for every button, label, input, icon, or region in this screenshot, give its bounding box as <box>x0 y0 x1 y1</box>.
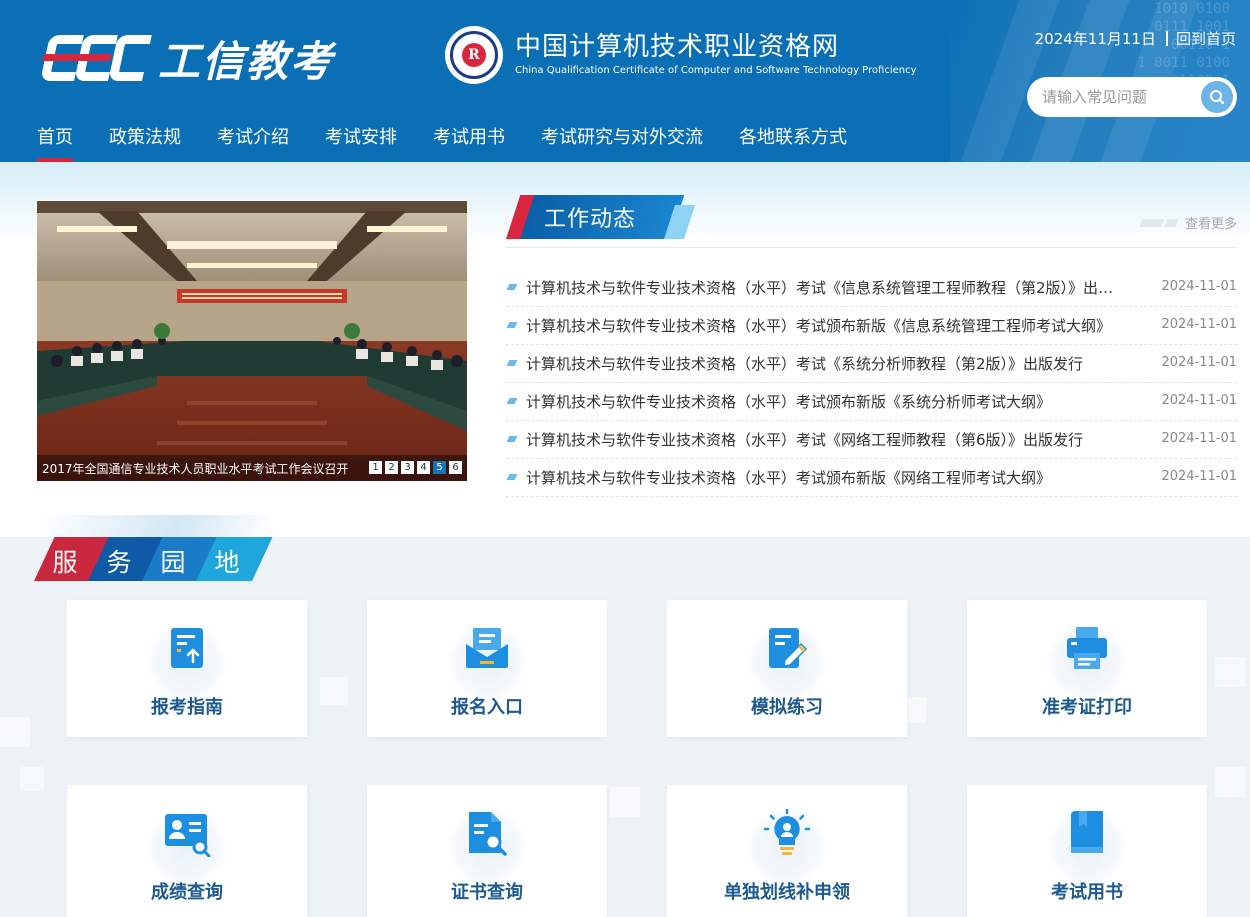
practice-icon <box>769 628 808 668</box>
service-card-certificate-query[interactable]: 证书查询 <box>367 785 607 917</box>
nav-local-contacts[interactable]: 各地联系方式 <box>739 118 847 158</box>
search-icon <box>1210 90 1224 104</box>
news-item[interactable]: 计算机技术与软件专业技术资格（水平）考试颁布新版《系统分析师考试大纲》 2024… <box>506 383 1237 421</box>
nav-exam-intro[interactable]: 考试介绍 <box>217 118 289 158</box>
org-branding[interactable]: R 中国计算机技术职业资格网 China Qualification Certi… <box>445 26 917 84</box>
service-label: 报考指南 <box>151 697 223 718</box>
news-title: 工作动态 <box>544 207 637 232</box>
bullet-icon <box>506 360 518 366</box>
service-label: 证书查询 <box>451 882 523 903</box>
service-label: 准考证打印 <box>1042 697 1132 718</box>
meeting-photo <box>37 201 467 481</box>
ceec-logo-mark <box>37 31 152 87</box>
slide-dot-3[interactable]: 3 <box>401 461 414 474</box>
view-more-link[interactable]: 查看更多 <box>1139 213 1237 232</box>
news-tab: 工作动态 <box>506 195 696 239</box>
service-title-char: 服 <box>52 548 78 577</box>
slide-dot-5[interactable]: 5 <box>433 461 446 474</box>
bullet-icon <box>506 436 518 442</box>
main-nav: 首页 政策法规 考试介绍 考试安排 考试用书 考试研究与对外交流 各地联系方式 <box>0 118 883 162</box>
home-link[interactable]: 回到首页 <box>1176 28 1236 49</box>
more-bars-icon <box>1139 218 1179 227</box>
news-item-date: 2024-11-01 <box>1161 317 1237 332</box>
photo-slider[interactable]: 2017年全国通信专业技术人员职业水平考试工作会议召开 1 2 3 4 5 6 <box>37 201 467 481</box>
news-item-date: 2024-11-01 <box>1161 431 1237 446</box>
news-item-title: 计算机技术与软件专业技术资格（水平）考试《网络工程师教程（第6版）》出版发行 <box>526 431 1084 449</box>
slide-caption-bar: 2017年全国通信专业技术人员职业水平考试工作会议召开 1 2 3 4 5 6 <box>37 455 467 481</box>
slide-dot-1[interactable]: 1 <box>369 461 382 474</box>
bullet-icon <box>506 474 518 480</box>
news-header: 工作动态 查看更多 <box>506 195 1237 248</box>
nav-exam-schedule[interactable]: 考试安排 <box>325 118 397 158</box>
news-item[interactable]: 计算机技术与软件专业技术资格（水平）考试《网络工程师教程（第6版）》出版发行 2… <box>506 421 1237 459</box>
service-title-char: 地 <box>214 548 240 577</box>
news-item-title: 计算机技术与软件专业技术资格（水平）考试《信息系统管理工程师教程（第2版）》出版… <box>526 279 1126 297</box>
search-input[interactable] <box>1027 77 1197 117</box>
lightbulb-icon <box>763 809 811 855</box>
org-name-en: China Qualification Certificate of Compu… <box>515 65 917 76</box>
news-item-date: 2024-11-01 <box>1161 355 1237 370</box>
news-item-date: 2024-11-01 <box>1161 469 1237 484</box>
nav-research-exchange[interactable]: 考试研究与对外交流 <box>541 118 703 158</box>
slide-pagination: 1 2 3 4 5 6 <box>366 461 462 474</box>
score-query-icon <box>165 814 211 857</box>
nav-home[interactable]: 首页 <box>37 118 73 162</box>
news-item[interactable]: 计算机技术与软件专业技术资格（水平）考试《信息系统管理工程师教程（第2版）》出版… <box>506 269 1237 307</box>
service-card-admission-print[interactable]: 准考证打印 <box>967 600 1207 737</box>
divider <box>1165 31 1168 46</box>
news-item-date: 2024-11-01 <box>1161 279 1237 294</box>
slide-caption: 2017年全国通信专业技术人员职业水平考试工作会议召开 <box>42 462 349 476</box>
service-label: 模拟练习 <box>751 697 823 718</box>
certificate-query-icon <box>469 812 507 856</box>
site-header: 1010 01000111 100100110 11 0011 01000110… <box>0 0 1250 162</box>
view-more-label: 查看更多 <box>1184 217 1237 232</box>
news-item-title: 计算机技术与软件专业技术资格（水平）考试颁布新版《网络工程师考试大纲》 <box>526 469 1052 487</box>
current-date: 2024年11月11日 <box>1034 30 1156 48</box>
news-item[interactable]: 计算机技术与软件专业技术资格（水平）考试《系统分析师教程（第2版）》出版发行 2… <box>506 345 1237 383</box>
book-icon <box>1071 811 1103 853</box>
news-item-title: 计算机技术与软件专业技术资格（水平）考试颁布新版《信息系统管理工程师考试大纲》 <box>526 317 1112 335</box>
service-card-practice[interactable]: 模拟练习 <box>667 600 907 737</box>
news-item-title: 计算机技术与软件专业技术资格（水平）考试《系统分析师教程（第2版）》出版发行 <box>526 355 1084 373</box>
news-item[interactable]: 计算机技术与软件专业技术资格（水平）考试颁布新版《网络工程师考试大纲》 2024… <box>506 459 1237 497</box>
guide-icon <box>171 628 203 668</box>
ceec-logo[interactable]: 工信教考 <box>37 28 334 89</box>
service-label: 报名入口 <box>451 697 523 718</box>
service-title: 服 务 园 地 <box>20 515 280 581</box>
slide-dot-6[interactable]: 6 <box>449 461 462 474</box>
org-name-cn: 中国计算机技术职业资格网 <box>515 32 840 62</box>
service-title-char: 务 <box>106 548 132 577</box>
slide-dot-2[interactable]: 2 <box>385 461 398 474</box>
news-list: 计算机技术与软件专业技术资格（水平）考试《信息系统管理工程师教程（第2版）》出版… <box>506 269 1237 497</box>
service-card-exam-guide[interactable]: 报考指南 <box>67 600 307 737</box>
service-card-exam-books[interactable]: 考试用书 <box>967 785 1207 917</box>
news-item[interactable]: 计算机技术与软件专业技术资格（水平）考试颁布新版《信息系统管理工程师考试大纲》 … <box>506 307 1237 345</box>
service-title-char: 园 <box>160 548 186 577</box>
bullet-icon <box>506 284 518 290</box>
search-box <box>1027 77 1237 117</box>
service-card-score-query[interactable]: 成绩查询 <box>67 785 307 917</box>
service-card-registration[interactable]: 报名入口 <box>367 600 607 737</box>
nav-policy[interactable]: 政策法规 <box>109 118 181 158</box>
top-bar: 2024年11月11日 回到首页 <box>1035 28 1236 49</box>
registration-icon <box>466 628 508 668</box>
org-seal-icon: R <box>445 26 503 84</box>
nav-exam-books[interactable]: 考试用书 <box>433 118 505 158</box>
service-label: 考试用书 <box>1051 882 1123 903</box>
news-item-date: 2024-11-01 <box>1161 393 1237 408</box>
service-label: 成绩查询 <box>151 882 223 903</box>
bullet-icon <box>506 322 518 328</box>
news-item-title: 计算机技术与软件专业技术资格（水平）考试颁布新版《系统分析师考试大纲》 <box>526 393 1052 411</box>
bullet-icon <box>506 398 518 404</box>
printer-icon <box>1067 627 1107 669</box>
logo-text: 工信教考 <box>158 37 335 86</box>
search-button[interactable] <box>1201 81 1233 113</box>
service-card-separate-line-claim[interactable]: 单独划线补申领 <box>667 785 907 917</box>
service-label: 单独划线补申领 <box>724 882 850 903</box>
slide-dot-4[interactable]: 4 <box>417 461 430 474</box>
